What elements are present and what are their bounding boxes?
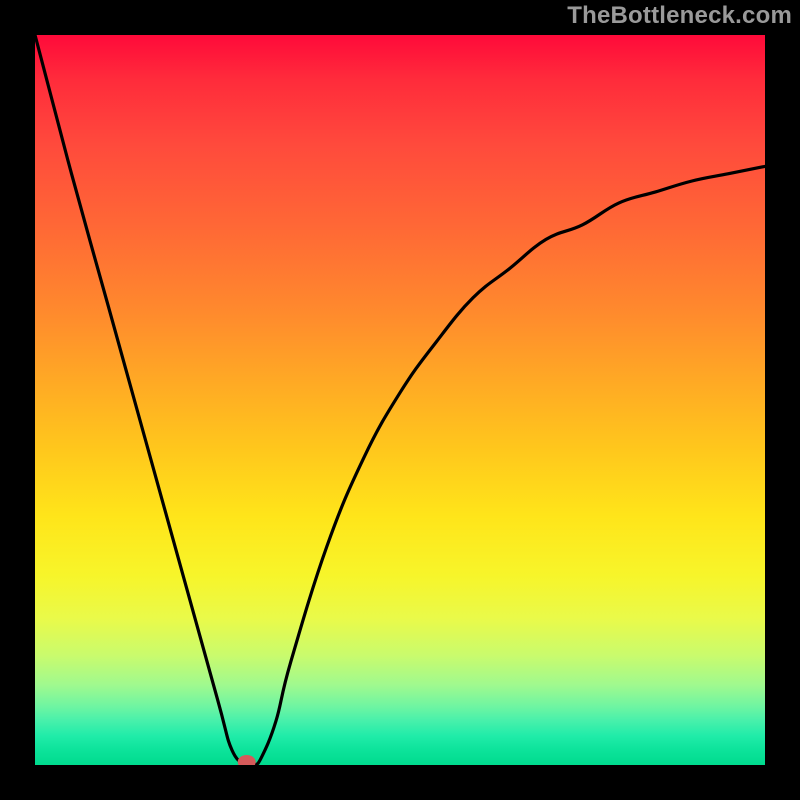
curve-layer [35,35,765,765]
bottleneck-curve [35,35,765,765]
minimum-marker [238,755,256,765]
plot-area [35,35,765,765]
watermark-text: TheBottleneck.com [567,2,792,30]
chart-frame: TheBottleneck.com [0,0,800,800]
